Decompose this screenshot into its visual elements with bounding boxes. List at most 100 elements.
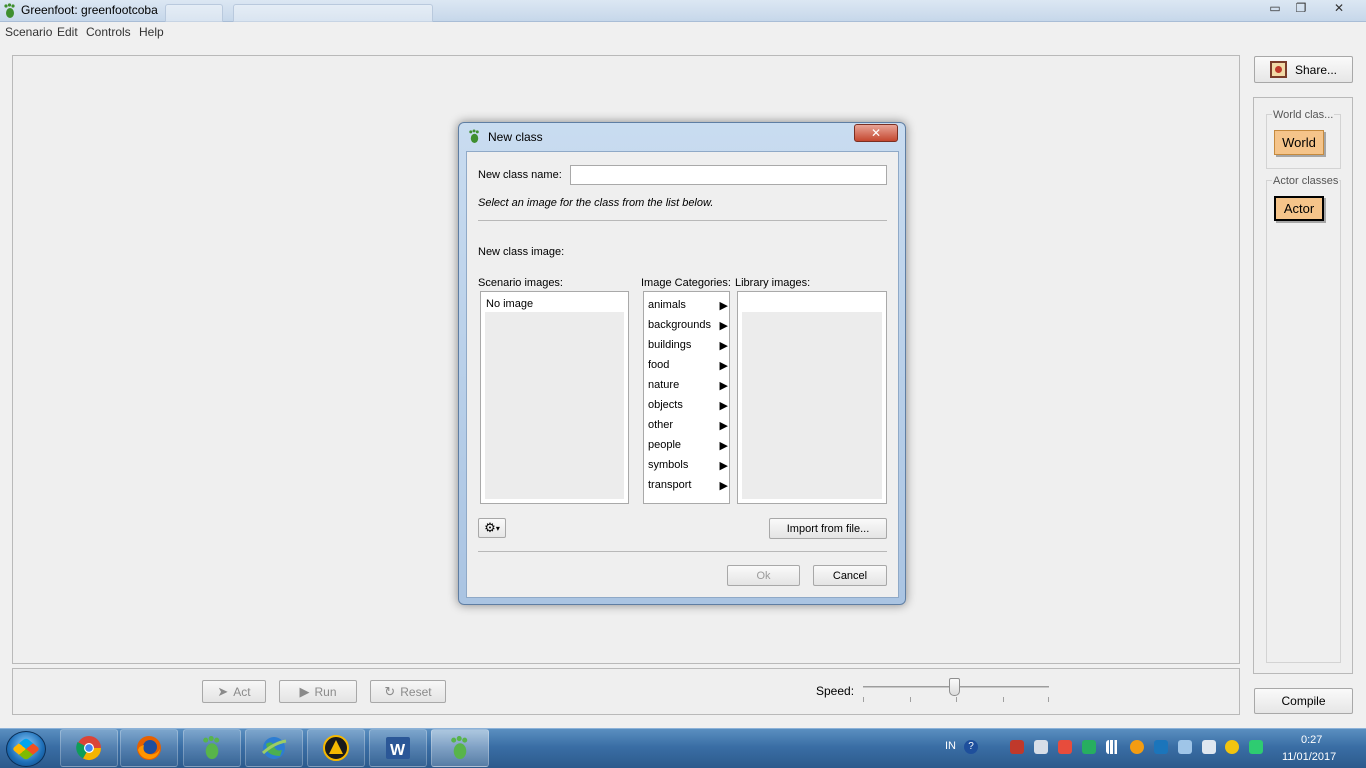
restore-button[interactable]: ❐ [1288, 0, 1314, 18]
globe-icon [261, 737, 287, 759]
scenario-images-label: Scenario images: [478, 277, 563, 289]
greenfoot-icon [4, 3, 15, 18]
slider-tick [1003, 697, 1004, 702]
clock-time[interactable]: 0:27 [1301, 734, 1322, 746]
actor-class[interactable]: Actor [1274, 196, 1324, 221]
new-class-dialog: New class ✕ New class name: Select an im… [458, 122, 906, 605]
window-title: Greenfoot: greenfootcoba [21, 3, 158, 17]
expand-arrow-icon: ▶ [719, 399, 728, 412]
actor-classes-group: Actor classes Actor [1266, 175, 1341, 663]
vlc-tray-icon[interactable] [1225, 740, 1239, 754]
start-button[interactable] [6, 731, 46, 767]
category-label: other [648, 419, 674, 431]
gear-icon: ⚙ [484, 520, 496, 535]
reset-button[interactable]: ↻ Reset [370, 680, 446, 703]
expand-arrow-icon: ▶ [719, 419, 728, 432]
list-item[interactable]: No image [486, 298, 533, 310]
printer-icon[interactable] [1034, 740, 1048, 754]
category-label: transport [648, 479, 692, 491]
run-button[interactable]: ▶ Run [279, 680, 357, 703]
greenfoot-icon [203, 736, 220, 759]
category-people[interactable]: people ▶ [648, 435, 728, 455]
slider-tick [863, 697, 864, 702]
act-icon: ➤ [217, 683, 229, 699]
chrome-icon [76, 736, 101, 761]
share-icon [1269, 61, 1287, 78]
speed-slider-thumb[interactable] [949, 678, 961, 696]
category-buildings[interactable]: buildings ▶ [648, 335, 728, 355]
category-symbols[interactable]: symbols ▶ [648, 455, 728, 475]
dialog-close-button[interactable]: ✕ [854, 124, 898, 142]
category-food[interactable]: food ▶ [648, 355, 728, 375]
menu-edit[interactable]: Edit [57, 25, 78, 39]
share-label: Share... [1294, 62, 1338, 77]
ok-button[interactable]: Ok [727, 565, 800, 586]
library-images-empty-area [742, 312, 882, 499]
class-name-label: New class name: [478, 169, 562, 181]
menu-help[interactable]: Help [139, 25, 164, 39]
world-classes-title: World clas... [1272, 109, 1335, 121]
import-from-file-button[interactable]: Import from file... [769, 518, 887, 539]
help-icon[interactable]: ? [964, 740, 978, 754]
cancel-button[interactable]: Cancel [813, 565, 887, 586]
language-indicator[interactable]: IN [945, 740, 956, 752]
flag-icon[interactable] [1010, 740, 1024, 754]
category-nature[interactable]: nature ▶ [648, 375, 728, 395]
image-categories-list: animals ▶ backgrounds ▶ buildings ▶ food ▶ n… [643, 291, 730, 504]
menu-scenario[interactable]: Scenario [5, 25, 52, 39]
library-images-label: Library images: [735, 277, 811, 289]
category-objects[interactable]: objects ▶ [648, 395, 728, 415]
minimize-button[interactable]: ▭ [1262, 0, 1288, 18]
compile-button[interactable]: Compile [1254, 688, 1353, 714]
taskbar-word[interactable]: W [369, 729, 427, 767]
expand-arrow-icon: ▶ [719, 339, 728, 352]
network-icon[interactable] [1178, 740, 1192, 754]
taskbar-chrome[interactable] [60, 729, 118, 767]
taskbar-firefox[interactable] [120, 729, 178, 767]
action-center-icon[interactable] [1058, 740, 1072, 754]
category-transport[interactable]: transport ▶ [648, 475, 728, 495]
app-tray-icon[interactable] [1249, 740, 1263, 754]
security-shield-icon[interactable] [1082, 740, 1096, 754]
window-title-bar: Greenfoot: greenfootcoba ▭ ❐ ✕ [0, 0, 1366, 22]
taskbar-vlc[interactable] [307, 729, 365, 767]
taskbar-greenfoot-active[interactable] [431, 729, 489, 767]
bluetooth-icon[interactable] [1154, 740, 1168, 754]
dialog-body: New class name: Select an image for the … [466, 151, 899, 598]
background-window-tab [233, 4, 433, 22]
volume-icon[interactable] [1202, 740, 1216, 754]
expand-arrow-icon: ▶ [719, 359, 728, 372]
category-backgrounds[interactable]: backgrounds ▶ [648, 315, 728, 335]
scenario-images-list[interactable]: No image [480, 291, 629, 504]
speed-label: Speed: [816, 684, 855, 698]
expand-arrow-icon: ▶ [719, 379, 728, 392]
sync-icon[interactable] [1130, 740, 1144, 754]
category-label: backgrounds [648, 319, 711, 331]
category-label: food [648, 359, 670, 371]
class-name-input[interactable] [570, 165, 887, 185]
background-window-tab [165, 4, 223, 22]
signal-icon[interactable] [1106, 740, 1120, 754]
category-label: animals [648, 299, 686, 311]
reset-label: Reset [400, 684, 432, 699]
taskbar-greenfoot[interactable] [183, 729, 241, 767]
category-label: nature [648, 379, 680, 391]
greenfoot-icon [469, 129, 479, 143]
act-button[interactable]: ➤ Act [202, 680, 266, 703]
category-animals[interactable]: animals ▶ [648, 295, 728, 315]
menu-controls[interactable]: Controls [86, 25, 131, 39]
firefox-icon [137, 736, 161, 760]
slider-tick [956, 697, 957, 702]
gear-menu-button[interactable]: ⚙ ▾ [478, 518, 506, 538]
taskbar-globe-app[interactable] [245, 729, 303, 767]
divider [478, 551, 887, 552]
world-class[interactable]: World [1274, 130, 1324, 155]
actor-classes-title: Actor classes [1272, 175, 1340, 187]
clock-date[interactable]: 11/01/2017 [1282, 751, 1336, 763]
execution-controls-panel [12, 668, 1240, 715]
share-button[interactable]: Share... [1254, 56, 1353, 83]
expand-arrow-icon: ▶ [719, 299, 728, 312]
library-images-list[interactable] [737, 291, 887, 504]
category-other[interactable]: other ▶ [648, 415, 728, 435]
close-window-button[interactable]: ✕ [1326, 0, 1352, 18]
